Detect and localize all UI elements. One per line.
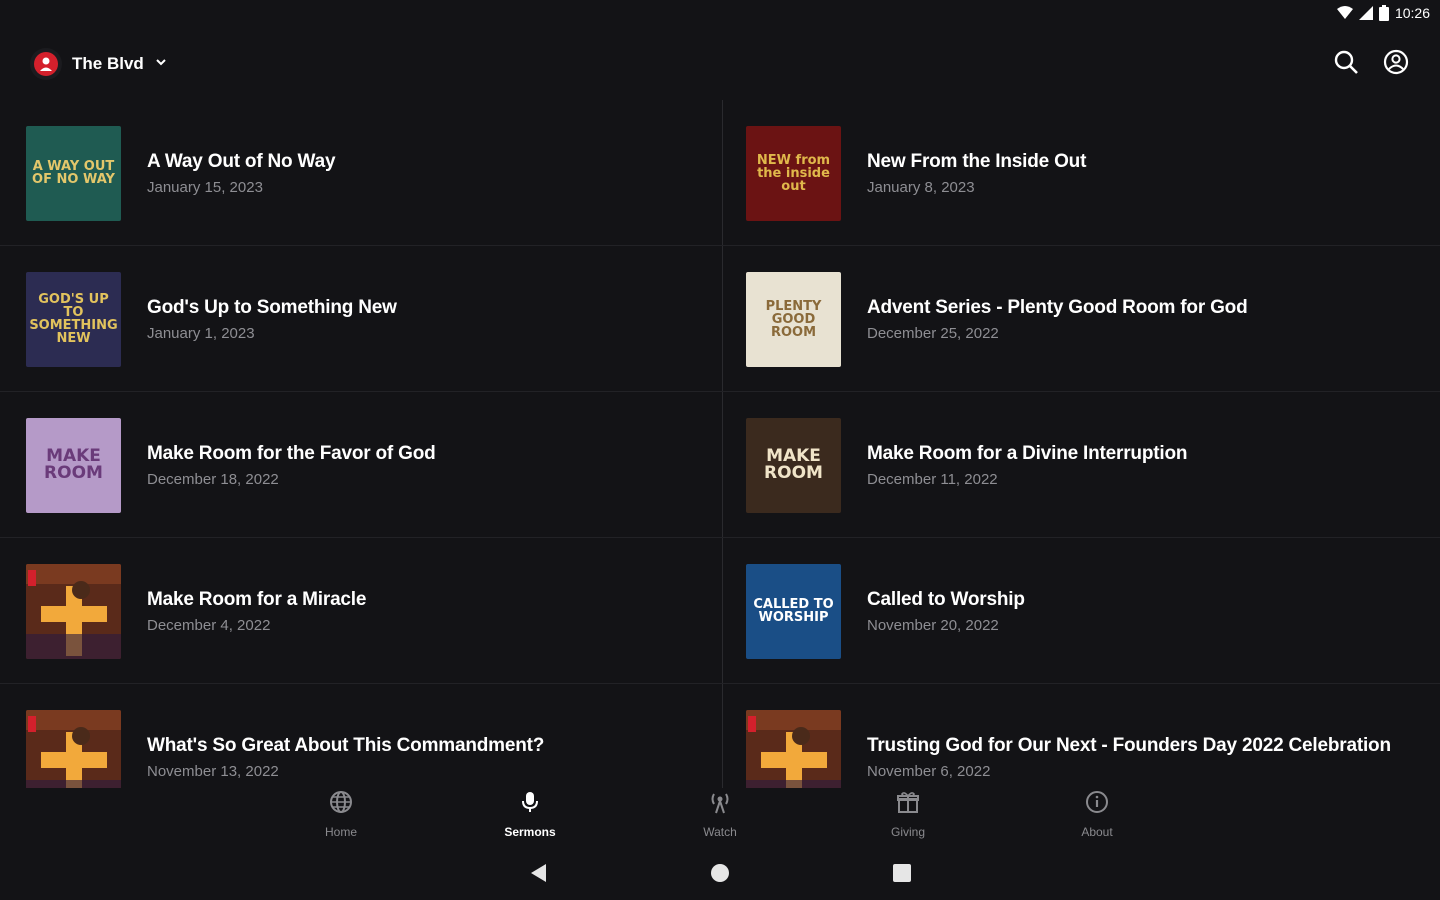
sermon-title: Called to Worship [867,588,1025,610]
thumbnail-artwork-text: PLENTY GOOD ROOM [765,298,822,340]
thumbnail-artwork-text: CALLED TO WORSHIP [753,597,834,625]
sermon-title: New From the Inside Out [867,150,1087,172]
home-system-button[interactable] [710,862,730,889]
church-logo-icon [30,48,62,80]
search-icon [1333,49,1359,80]
cross-artwork-icon [746,709,841,788]
sermon-meta: New From the Inside Out January 8, 2023 [867,151,1086,196]
battery-icon [1378,5,1389,21]
broadcast-icon [708,790,732,819]
clock: 10:26 [1394,5,1430,21]
sermon-thumbnail [746,709,841,788]
sermon-list: A WAY OUT OF NO WAY A Way Out of No Way Ja… [0,100,1440,788]
nav-watch[interactable]: Watch [680,790,760,839]
status-icons: 10:26 [1336,5,1430,21]
nav-giving[interactable]: Giving [868,790,948,839]
nav-home-label: Home [324,825,357,839]
sermon-date: January 8, 2023 [867,178,975,196]
back-triangle-icon [528,864,548,888]
sermon-date: December 25, 2022 [867,324,999,342]
nav-watch-label: Watch [703,825,737,839]
globe-icon [329,790,353,819]
sermon-item[interactable]: CALLED TO WORSHIP Called to Worship Novemb… [0,538,1440,684]
app-bar: The Blvd [0,40,1440,88]
sermon-item[interactable]: PLENTY GOOD ROOM Advent Series - Plenty G… [0,246,1440,392]
sermon-thumbnail: NEW from the inside out [746,125,841,221]
nav-sermons[interactable]: Sermons [490,790,570,839]
nav-home[interactable]: Home [301,790,381,839]
sermon-meta: Called to Worship November 20, 2022 [867,589,1025,634]
recents-button[interactable] [892,862,912,889]
org-switcher[interactable]: The Blvd [30,48,168,80]
sermon-date: December 11, 2022 [867,470,998,488]
org-name: The Blvd [72,54,144,73]
status-bar: 10:26 [0,0,1440,30]
gift-icon [896,790,920,819]
sermon-item[interactable]: MAKE ROOM Make Room for a Divine Interrup… [0,392,1440,538]
account-circle-icon [1383,49,1409,80]
thumbnail-artwork-text: MAKE ROOM [764,446,823,483]
sermon-thumbnail: MAKE ROOM [746,417,841,513]
account-button[interactable] [1382,49,1410,80]
info-icon [1085,790,1109,819]
recents-square-icon [892,864,912,888]
sermon-meta: Make Room for a Divine Interruption Decem… [867,443,1187,488]
chevron-down-icon [154,55,168,74]
sermon-item[interactable]: NEW from the inside out New From the Insi… [0,100,1440,246]
nav-about[interactable]: About [1057,790,1137,839]
sermon-date: November 20, 2022 [867,616,999,634]
sermon-date: November 6, 2022 [867,762,991,780]
wifi-icon [1336,6,1353,20]
sermon-meta: Trusting God for Our Next - Founders Day… [867,735,1391,780]
nav-about-label: About [1081,825,1113,839]
sermon-title: Advent Series - Plenty Good Room for God [867,296,1248,318]
system-navigation [0,858,1440,890]
sermon-title: Trusting God for Our Next - Founders Day… [867,734,1391,756]
signal-icon [1358,6,1373,20]
bottom-navigation: Home Sermons Watch Giving About [0,790,1440,845]
nav-giving-label: Giving [890,825,925,839]
nav-sermons-label: Sermons [504,825,556,839]
home-circle-icon [710,864,730,888]
sermon-meta: Advent Series - Plenty Good Room for God… [867,296,1248,342]
sermon-thumbnail: PLENTY GOOD ROOM [746,271,841,367]
search-button[interactable] [1332,50,1360,78]
sermon-thumbnail: CALLED TO WORSHIP [746,563,841,659]
microphone-icon [518,790,542,819]
sermon-title: Make Room for a Divine Interruption [867,442,1188,464]
back-button[interactable] [528,862,548,889]
thumbnail-artwork-text: NEW from the inside out [756,152,831,194]
sermon-item[interactable]: Trusting God for Our Next - Founders Day… [0,684,1440,788]
